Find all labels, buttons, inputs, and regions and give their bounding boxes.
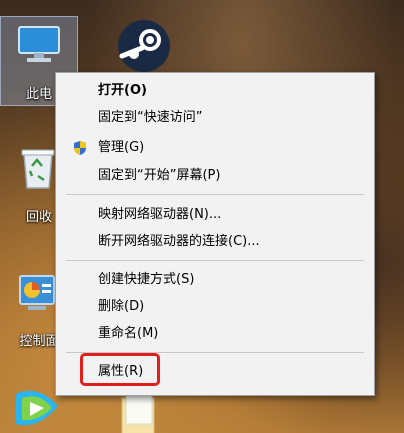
uac-shield-icon xyxy=(74,141,86,155)
menu-item-label: 管理(G) xyxy=(98,140,145,155)
menu-item-pin-quick-access[interactable]: 固定到“快速访问” xyxy=(58,105,372,131)
menu-item-create-shortcut[interactable]: 创建快捷方式(S) xyxy=(58,267,372,293)
control-panel-icon xyxy=(19,275,55,310)
menu-separator xyxy=(66,194,364,195)
menu-separator xyxy=(66,260,364,261)
recycle-bin-icon xyxy=(21,149,55,189)
steam-icon xyxy=(118,20,170,72)
menu-item-pin-start[interactable]: 固定到“开始”屏幕(P) xyxy=(58,163,372,189)
menu-item-manage[interactable]: 管理(G) xyxy=(58,135,372,161)
properties-highlight-box xyxy=(80,353,160,386)
menu-item-delete[interactable]: 删除(D) xyxy=(58,294,372,320)
menu-item-label: 映射网络驱动器(N)... xyxy=(98,207,222,222)
menu-item-open[interactable]: 打开(O) xyxy=(58,78,372,104)
menu-item-label: 固定到“开始”屏幕(P) xyxy=(98,168,221,183)
menu-item-label: 重命名(M) xyxy=(98,326,159,341)
folder-icon xyxy=(121,394,155,433)
menu-item-disconnect-drive[interactable]: 断开网络驱动器的连接(C)... xyxy=(58,229,372,255)
menu-item-rename[interactable]: 重命名(M) xyxy=(58,321,372,347)
context-menu: 打开(O) 固定到“快速访问” 管理(G) 固定到“开始”屏幕(P) 映射网络驱… xyxy=(55,72,375,396)
menu-item-label: 断开网络驱动器的连接(C)... xyxy=(98,234,260,249)
menu-item-label: 打开(O) xyxy=(98,83,147,98)
menu-item-label: 创建快捷方式(S) xyxy=(98,272,195,287)
monitor-icon xyxy=(18,26,60,62)
menu-item-label: 删除(D) xyxy=(98,299,145,314)
menu-item-map-drive[interactable]: 映射网络驱动器(N)... xyxy=(58,202,372,228)
menu-item-label: 固定到“快速访问” xyxy=(98,110,203,125)
folder-desktop-icon[interactable] xyxy=(118,394,162,433)
steam-desktop-icon[interactable] xyxy=(108,16,178,76)
